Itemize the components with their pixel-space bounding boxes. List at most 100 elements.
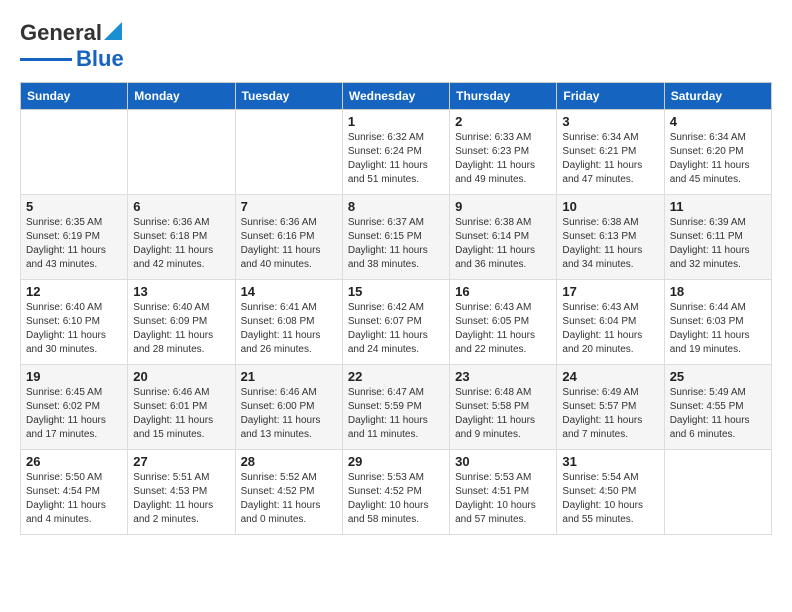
day-info: Sunrise: 5:49 AM Sunset: 4:55 PM Dayligh…: [670, 386, 766, 442]
day-info: Sunrise: 6:40 AM Sunset: 6:09 PM Dayligh…: [133, 301, 229, 357]
day-info: Sunrise: 6:32 AM Sunset: 6:24 PM Dayligh…: [348, 131, 444, 187]
day-number: 15: [348, 284, 444, 299]
day-number: 8: [348, 199, 444, 214]
logo-arrow-icon: [104, 22, 122, 40]
day-info: Sunrise: 6:42 AM Sunset: 6:07 PM Dayligh…: [348, 301, 444, 357]
calendar-cell: 2Sunrise: 6:33 AM Sunset: 6:23 PM Daylig…: [450, 110, 557, 195]
day-info: Sunrise: 5:53 AM Sunset: 4:51 PM Dayligh…: [455, 471, 551, 527]
day-number: 12: [26, 284, 122, 299]
day-info: Sunrise: 6:44 AM Sunset: 6:03 PM Dayligh…: [670, 301, 766, 357]
page-header: General Blue: [20, 20, 772, 72]
calendar-cell: [235, 110, 342, 195]
day-number: 14: [241, 284, 337, 299]
day-number: 2: [455, 114, 551, 129]
weekday-monday: Monday: [128, 83, 235, 110]
day-info: Sunrise: 6:37 AM Sunset: 6:15 PM Dayligh…: [348, 216, 444, 272]
calendar-cell: [664, 450, 771, 535]
calendar-cell: 14 Sunrise: 6:41 AM Sunset: 6:08 PM Dayli…: [235, 280, 342, 365]
day-info: Sunrise: 6:35 AM Sunset: 6:19 PM Dayligh…: [26, 216, 122, 272]
day-info: Sunrise: 6:43 AM Sunset: 6:05 PM Dayligh…: [455, 301, 551, 357]
day-number: 26: [26, 454, 122, 469]
day-number: 13: [133, 284, 229, 299]
calendar-cell: 10 Sunrise: 6:38 AM Sunset: 6:13 PM Dayli…: [557, 195, 664, 280]
calendar-cell: 15 Sunrise: 6:42 AM Sunset: 6:07 PM Dayli…: [342, 280, 449, 365]
day-number: 4: [670, 114, 766, 129]
logo: General Blue: [20, 20, 124, 72]
day-number: 29: [348, 454, 444, 469]
calendar-cell: 1 Sunrise: 6:32 AM Sunset: 6:24 PM Daylig…: [342, 110, 449, 195]
day-number: 19: [26, 369, 122, 384]
calendar-cell: 3 Sunrise: 6:34 AM Sunset: 6:21 PM Daylig…: [557, 110, 664, 195]
day-info: Sunrise: 6:49 AM Sunset: 5:57 PM Dayligh…: [562, 386, 658, 442]
day-info: Sunrise: 6:46 AM Sunset: 6:00 PM Dayligh…: [241, 386, 337, 442]
day-info: Sunrise: 6:34 AM Sunset: 6:21 PM Dayligh…: [562, 131, 658, 187]
calendar-cell: 24 Sunrise: 6:49 AM Sunset: 5:57 PM Dayli…: [557, 365, 664, 450]
calendar-cell: 7Sunrise: 6:36 AM Sunset: 6:16 PM Daylig…: [235, 195, 342, 280]
day-info: Sunrise: 6:48 AM Sunset: 5:58 PM Dayligh…: [455, 386, 551, 442]
day-info: Sunrise: 5:50 AM Sunset: 4:54 PM Dayligh…: [26, 471, 122, 527]
day-info: Sunrise: 6:36 AM Sunset: 6:16 PM Dayligh…: [241, 216, 337, 272]
calendar-cell: 13 Sunrise: 6:40 AM Sunset: 6:09 PM Dayli…: [128, 280, 235, 365]
day-number: 30: [455, 454, 551, 469]
day-number: 10: [562, 199, 658, 214]
day-info: Sunrise: 6:34 AM Sunset: 6:20 PM Dayligh…: [670, 131, 766, 187]
calendar-cell: 30 Sunrise: 5:53 AM Sunset: 4:51 PM Dayli…: [450, 450, 557, 535]
calendar-cell: 11 Sunrise: 6:39 AM Sunset: 6:11 PM Dayli…: [664, 195, 771, 280]
day-info: Sunrise: 5:51 AM Sunset: 4:53 PM Dayligh…: [133, 471, 229, 527]
day-info: Sunrise: 5:52 AM Sunset: 4:52 PM Dayligh…: [241, 471, 337, 527]
calendar-cell: 28 Sunrise: 5:52 AM Sunset: 4:52 PM Dayli…: [235, 450, 342, 535]
day-number: 3: [562, 114, 658, 129]
calendar-cell: 18 Sunrise: 6:44 AM Sunset: 6:03 PM Dayli…: [664, 280, 771, 365]
calendar-cell: 22 Sunrise: 6:47 AM Sunset: 5:59 PM Dayli…: [342, 365, 449, 450]
day-info: Sunrise: 6:41 AM Sunset: 6:08 PM Dayligh…: [241, 301, 337, 357]
calendar-cell: 31 Sunrise: 5:54 AM Sunset: 4:50 PM Dayli…: [557, 450, 664, 535]
calendar-cell: 26 Sunrise: 5:50 AM Sunset: 4:54 PM Dayli…: [21, 450, 128, 535]
week-row-1: 1 Sunrise: 6:32 AM Sunset: 6:24 PM Daylig…: [21, 110, 772, 195]
weekday-header-row: SundayMondayTuesdayWednesdayThursdayFrid…: [21, 83, 772, 110]
calendar-cell: 25Sunrise: 5:49 AM Sunset: 4:55 PM Dayli…: [664, 365, 771, 450]
weekday-wednesday: Wednesday: [342, 83, 449, 110]
day-number: 24: [562, 369, 658, 384]
day-number: 23: [455, 369, 551, 384]
day-number: 16: [455, 284, 551, 299]
day-number: 1: [348, 114, 444, 129]
calendar-cell: 20 Sunrise: 6:46 AM Sunset: 6:01 PM Dayli…: [128, 365, 235, 450]
day-number: 18: [670, 284, 766, 299]
day-number: 17: [562, 284, 658, 299]
week-row-5: 26 Sunrise: 5:50 AM Sunset: 4:54 PM Dayli…: [21, 450, 772, 535]
day-info: Sunrise: 5:54 AM Sunset: 4:50 PM Dayligh…: [562, 471, 658, 527]
day-info: Sunrise: 6:40 AM Sunset: 6:10 PM Dayligh…: [26, 301, 122, 357]
day-info: Sunrise: 6:43 AM Sunset: 6:04 PM Dayligh…: [562, 301, 658, 357]
day-info: Sunrise: 6:36 AM Sunset: 6:18 PM Dayligh…: [133, 216, 229, 272]
day-number: 20: [133, 369, 229, 384]
day-info: Sunrise: 6:38 AM Sunset: 6:13 PM Dayligh…: [562, 216, 658, 272]
calendar-cell: [128, 110, 235, 195]
calendar-cell: 9Sunrise: 6:38 AM Sunset: 6:14 PM Daylig…: [450, 195, 557, 280]
day-info: Sunrise: 6:38 AM Sunset: 6:14 PM Dayligh…: [455, 216, 551, 272]
day-number: 27: [133, 454, 229, 469]
logo-blue: Blue: [76, 46, 124, 72]
calendar-body: 1 Sunrise: 6:32 AM Sunset: 6:24 PM Daylig…: [21, 110, 772, 535]
day-number: 11: [670, 199, 766, 214]
day-info: Sunrise: 6:45 AM Sunset: 6:02 PM Dayligh…: [26, 386, 122, 442]
logo-general: General: [20, 20, 102, 46]
weekday-thursday: Thursday: [450, 83, 557, 110]
calendar-cell: 17 Sunrise: 6:43 AM Sunset: 6:04 PM Dayli…: [557, 280, 664, 365]
day-info: Sunrise: 5:53 AM Sunset: 4:52 PM Dayligh…: [348, 471, 444, 527]
calendar-cell: 8 Sunrise: 6:37 AM Sunset: 6:15 PM Daylig…: [342, 195, 449, 280]
calendar-cell: [21, 110, 128, 195]
day-number: 22: [348, 369, 444, 384]
weekday-saturday: Saturday: [664, 83, 771, 110]
weekday-sunday: Sunday: [21, 83, 128, 110]
day-number: 21: [241, 369, 337, 384]
calendar-cell: 5Sunrise: 6:35 AM Sunset: 6:19 PM Daylig…: [21, 195, 128, 280]
day-info: Sunrise: 6:39 AM Sunset: 6:11 PM Dayligh…: [670, 216, 766, 272]
day-number: 28: [241, 454, 337, 469]
calendar-cell: 6Sunrise: 6:36 AM Sunset: 6:18 PM Daylig…: [128, 195, 235, 280]
calendar-cell: 19 Sunrise: 6:45 AM Sunset: 6:02 PM Dayli…: [21, 365, 128, 450]
calendar-table: SundayMondayTuesdayWednesdayThursdayFrid…: [20, 82, 772, 535]
day-info: Sunrise: 6:47 AM Sunset: 5:59 PM Dayligh…: [348, 386, 444, 442]
day-number: 31: [562, 454, 658, 469]
logo-underline: [20, 58, 72, 61]
day-info: Sunrise: 6:46 AM Sunset: 6:01 PM Dayligh…: [133, 386, 229, 442]
